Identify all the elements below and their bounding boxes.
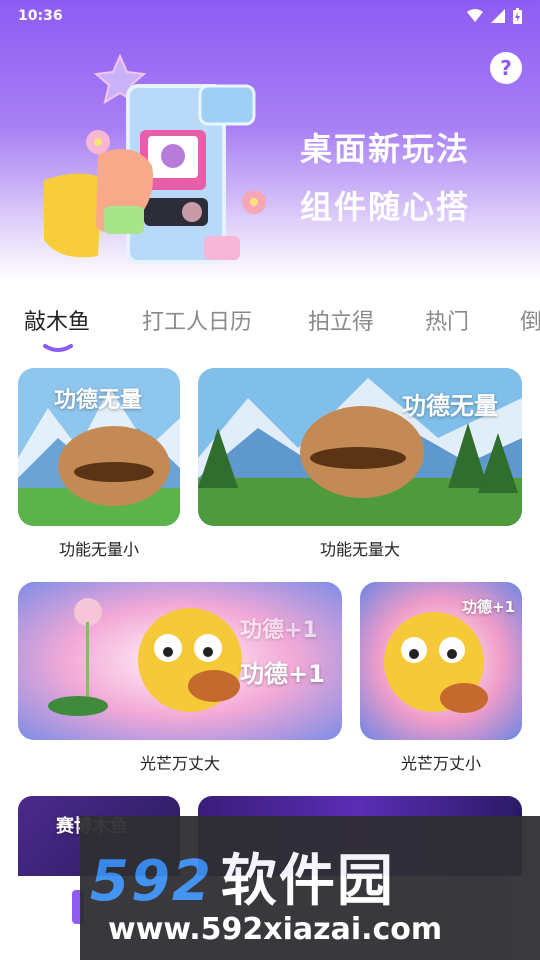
hero-title: 桌面新玩法 组件随心搭 xyxy=(300,120,520,236)
wifi-icon xyxy=(467,9,483,22)
card-caption: 功能无量大 xyxy=(319,540,400,559)
watermark-logo: 592 软件园 xyxy=(90,836,395,917)
tab-hot[interactable]: 热门 xyxy=(425,300,469,346)
tab-worker-calendar[interactable]: 打工人日历 xyxy=(142,300,252,346)
card-overlay-text: 功德无量 xyxy=(402,392,498,420)
widget-card[interactable]: 功德+1 功德+1 光芒万丈大 xyxy=(18,582,342,778)
hero-line-2: 组件随心搭 xyxy=(300,188,471,226)
card-overlay-faded-text: 功德+1 xyxy=(240,618,318,643)
card-caption: 光芒万丈大 xyxy=(139,754,220,773)
status-time: 10:36 xyxy=(18,8,63,24)
watermark-overlay: 592 软件园 www.592xiazai.com xyxy=(80,816,540,960)
bottom-nav-area xyxy=(0,876,80,960)
category-tabs: 敲木鱼 打工人日历 拍立得 热门 倒 xyxy=(0,300,540,354)
phone-hand-illustration xyxy=(44,53,266,264)
header-banner: 10:36 ? 桌面新玩法 组件随心搭 xyxy=(0,0,540,282)
help-button[interactable]: ? xyxy=(490,52,522,84)
signal-icon xyxy=(491,9,505,23)
card-overlay-text: 功德无量 xyxy=(54,388,143,413)
status-bar: 10:36 xyxy=(0,0,540,32)
card-caption: 光芒万丈小 xyxy=(400,754,481,773)
card-caption: 功能无量小 xyxy=(58,540,139,559)
battery-icon xyxy=(513,8,522,24)
widget-card[interactable]: 功德无量 功能无量大 xyxy=(198,368,522,568)
hero-line-1: 桌面新玩法 xyxy=(300,130,471,168)
watermark-digits: 592 xyxy=(90,849,213,914)
card-overlay-text: 功德+1 xyxy=(462,598,516,616)
card-overlay-text: 功德+1 xyxy=(240,660,325,688)
widget-card[interactable]: 功德+1 光芒万丈小 xyxy=(360,582,522,778)
tab-countdown[interactable]: 倒 xyxy=(520,300,540,346)
watermark-url: www.592xiazai.com xyxy=(108,912,443,947)
tab-polaroid[interactable]: 拍立得 xyxy=(308,300,374,346)
watermark-name: 软件园 xyxy=(220,849,395,914)
tab-wooden-fish[interactable]: 敲木鱼 xyxy=(24,300,90,346)
widget-card[interactable]: 功德无量 功能无量小 xyxy=(18,368,180,568)
active-tab-indicator xyxy=(43,344,73,352)
